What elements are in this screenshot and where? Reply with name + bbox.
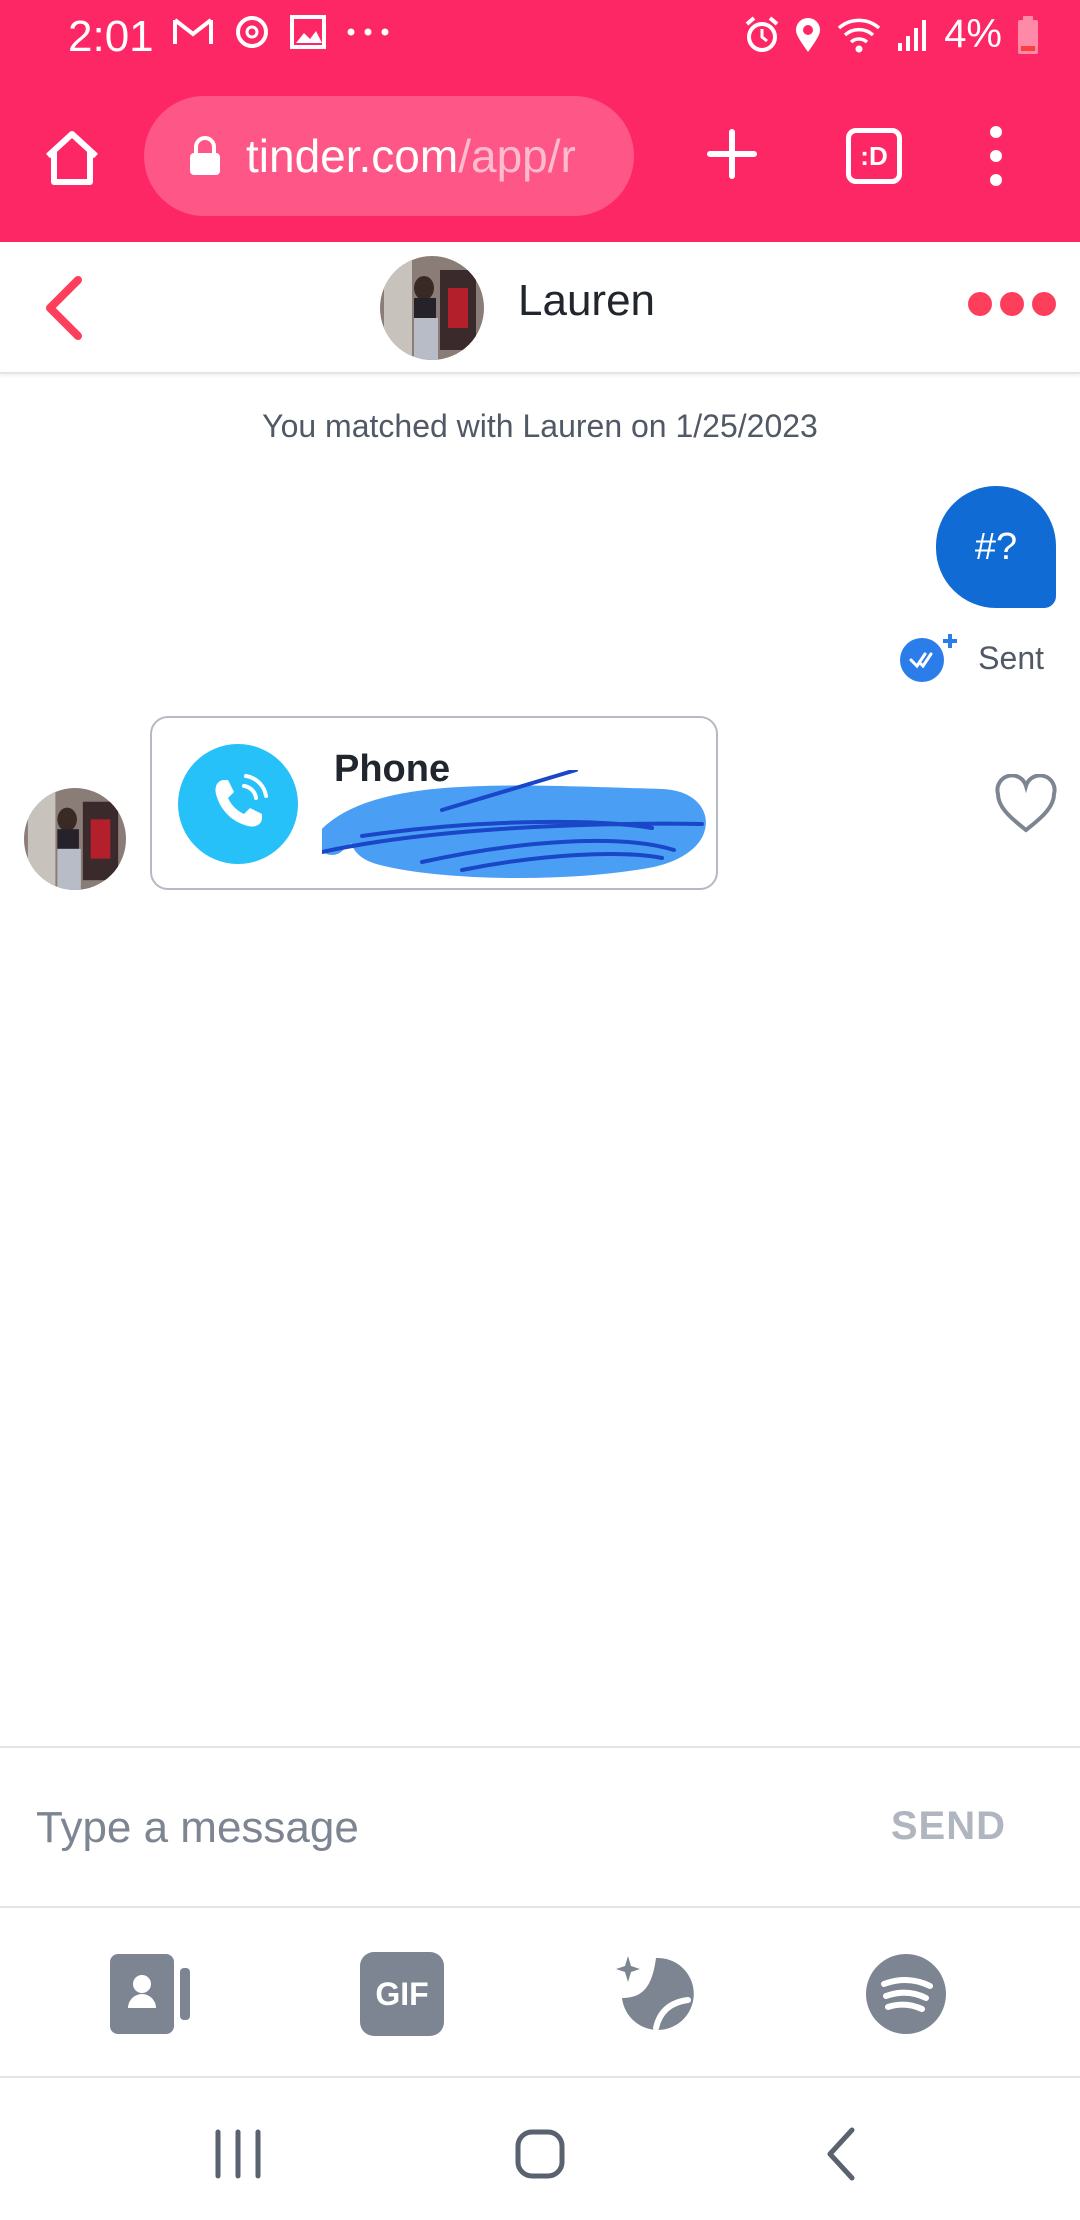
more-dot <box>968 292 992 316</box>
phone-contact-card[interactable]: Phone +1 7 <box>150 716 718 890</box>
browser-toolbar: tinder.com/app/r :D <box>0 78 1080 242</box>
sticker-icon[interactable] <box>612 1952 696 2036</box>
sync-icon <box>236 16 268 48</box>
chat-header: Lauren <box>0 242 1080 374</box>
sent-message-bubble[interactable]: #? <box>936 486 1056 608</box>
status-time: 2:01 <box>68 12 154 61</box>
gmail-icon <box>173 18 213 44</box>
location-icon <box>796 17 821 52</box>
url-host: tinder.com <box>246 130 459 182</box>
url-path: /app/r <box>458 130 576 182</box>
spotify-icon[interactable] <box>864 1952 948 2036</box>
message-composer: SEND <box>0 1746 1080 1908</box>
new-tab-icon[interactable] <box>706 128 758 180</box>
more-options-button[interactable] <box>968 292 1056 316</box>
home-icon[interactable] <box>40 126 104 190</box>
read-receipt-icon[interactable] <box>898 632 958 684</box>
system-icons: 4% <box>744 12 1040 57</box>
sender-avatar[interactable] <box>24 788 126 890</box>
notification-icons <box>172 14 390 50</box>
battery-icon <box>1018 15 1038 54</box>
address-bar[interactable]: tinder.com/app/r <box>144 96 634 216</box>
signal-icon <box>898 19 927 51</box>
message-input[interactable] <box>36 1788 816 1868</box>
back-chevron-icon[interactable] <box>38 274 90 342</box>
alarm-icon <box>745 15 779 52</box>
contact-card-icon[interactable] <box>108 1952 192 2036</box>
gallery-icon <box>290 15 326 49</box>
attachment-toolbar: GIF <box>0 1910 1080 2078</box>
back-nav-icon[interactable] <box>812 2124 872 2184</box>
match-name: Lauren <box>518 276 656 325</box>
phone-icon <box>178 744 298 864</box>
gif-button[interactable]: GIF <box>360 1952 444 2036</box>
match-avatar[interactable] <box>380 256 484 360</box>
send-button[interactable]: SEND <box>891 1804 1006 1849</box>
url-text: tinder.com/app/r <box>246 129 576 183</box>
redaction-scribble <box>322 770 706 879</box>
match-notice: You matched with Lauren on 1/25/2023 <box>262 408 818 444</box>
sent-label: Sent <box>978 639 1044 676</box>
more-dot <box>1032 292 1056 316</box>
sent-status: Sent <box>898 632 1044 684</box>
lock-icon <box>190 136 220 175</box>
status-bar: 2:01 4% <box>0 0 1080 78</box>
like-heart-icon[interactable] <box>994 774 1058 834</box>
system-navigation-bar <box>0 2080 1080 2220</box>
battery-percent: 4% <box>944 12 1002 56</box>
recent-apps-icon[interactable] <box>208 2124 268 2184</box>
more-dots-icon <box>347 28 389 36</box>
browser-menu-icon[interactable] <box>984 124 1008 188</box>
wifi-icon <box>838 18 881 52</box>
tab-switcher-button[interactable]: :D <box>846 128 902 184</box>
more-dot <box>1000 292 1024 316</box>
home-nav-icon[interactable] <box>510 2124 570 2184</box>
